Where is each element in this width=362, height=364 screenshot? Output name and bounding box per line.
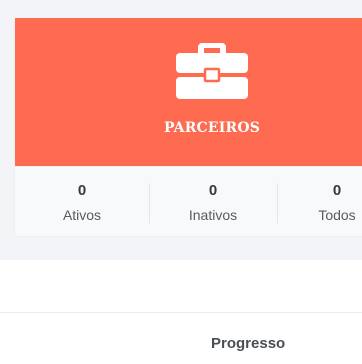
stat-value: 0 xyxy=(77,182,87,199)
stat-label: Ativos xyxy=(62,207,102,223)
stat-value: 0 xyxy=(332,182,342,199)
partners-card[interactable]: PARCEIROS 0 Ativos 0 Inativos 0 Todos xyxy=(15,18,362,236)
stat-inactive[interactable]: 0 Inativos xyxy=(149,167,277,236)
stat-value: 0 xyxy=(208,182,218,199)
stat-active[interactable]: 0 Ativos xyxy=(15,167,149,236)
stat-label: Inativos xyxy=(188,207,238,223)
partners-card-header: PARCEIROS xyxy=(15,18,362,166)
stats-row: 0 Ativos 0 Inativos 0 Todos xyxy=(15,166,362,236)
stat-label: Todos xyxy=(318,207,356,223)
stat-all[interactable]: 0 Todos xyxy=(277,167,362,236)
briefcase-icon xyxy=(176,43,248,99)
column-header-progress[interactable]: Progresso xyxy=(211,335,285,352)
table-top-border xyxy=(0,312,362,313)
card-title: PARCEIROS xyxy=(163,120,261,136)
